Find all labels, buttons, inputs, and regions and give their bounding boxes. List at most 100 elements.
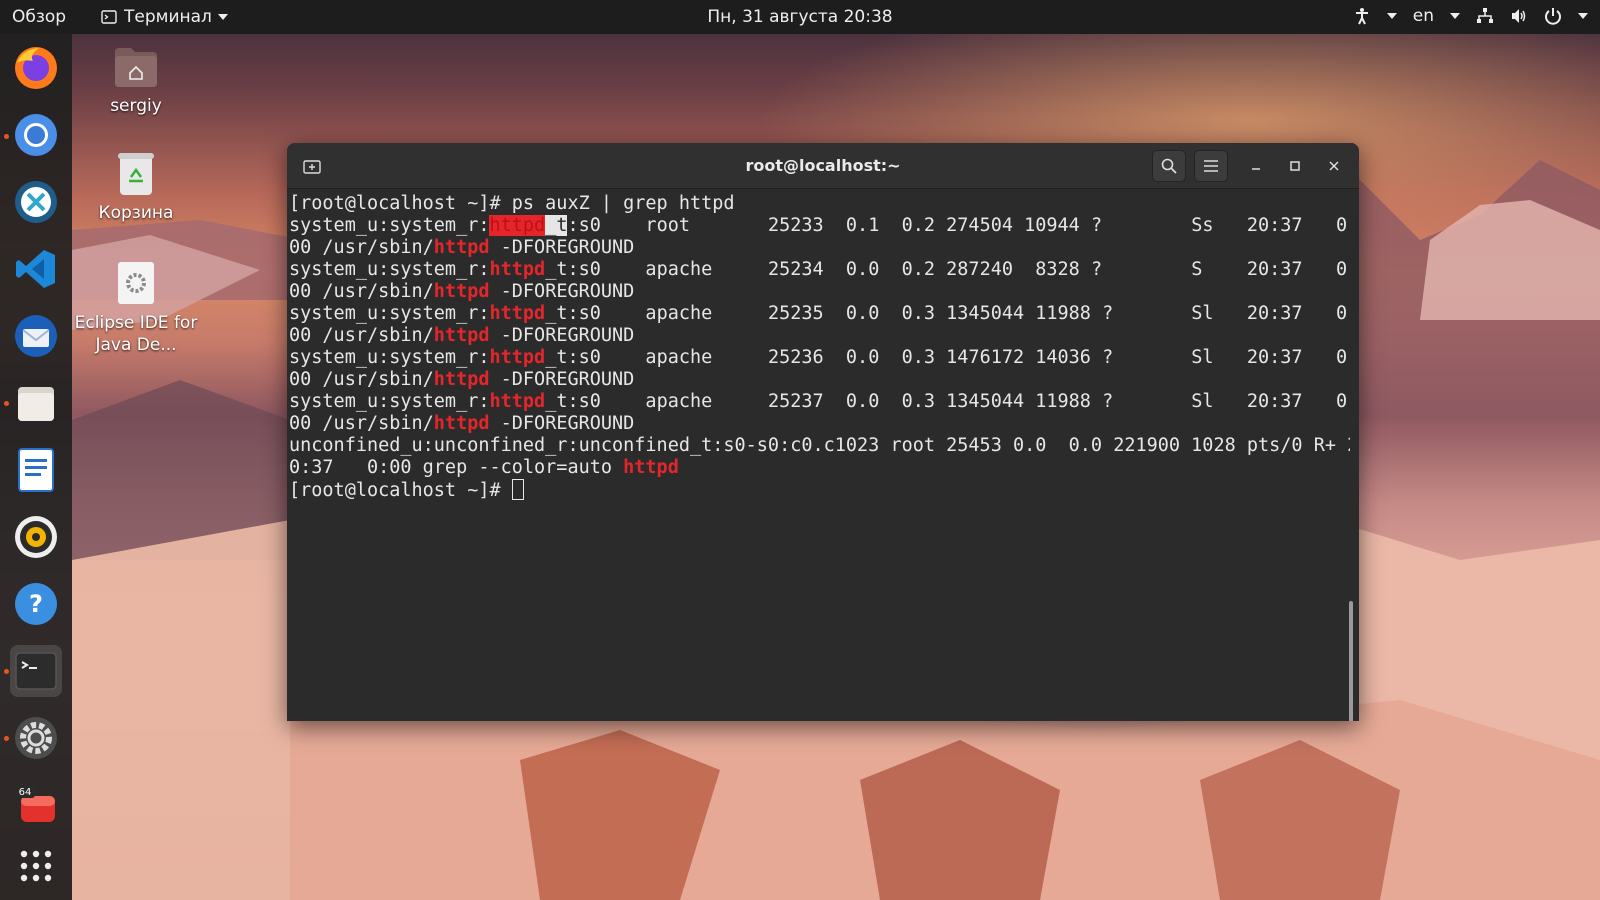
desktop-icon-label: Eclipse IDE for Java De... <box>74 313 198 355</box>
terminal-text: 00 /usr/sbin/ <box>289 281 434 302</box>
desktop-icon-label: sergiy <box>110 96 162 116</box>
terminal-line: system_u:system_r:httpd_t:s0 apache 2523… <box>289 347 1350 369</box>
match-highlight: httpd <box>433 413 490 434</box>
match-highlight: httpd <box>489 259 546 280</box>
terminal-text: [root@localhost ~]# ps auxZ | grep httpd <box>289 193 735 214</box>
search-button[interactable] <box>1152 150 1186 182</box>
dock-thunderbird[interactable] <box>10 310 62 362</box>
power-icon[interactable] <box>1544 7 1562 25</box>
terminal-line: 00 /usr/sbin/httpd -DFOREGROUND <box>289 237 1348 259</box>
match-highlight: httpd <box>489 391 546 412</box>
terminal-text: system_u:system_r: <box>289 303 490 324</box>
dock-chromium[interactable] <box>10 109 62 161</box>
vscode-icon <box>16 250 55 288</box>
chromium-icon <box>15 114 57 156</box>
terminal-line: [root@localhost ~]# ps auxZ | grep httpd <box>289 193 1348 215</box>
language-indicator[interactable]: en <box>1413 6 1434 26</box>
match-highlight: httpd <box>433 325 490 346</box>
terminal-window[interactable]: root@localhost:~ [root@localhost ~]# ps … <box>287 143 1359 721</box>
terminal-text: 0:37 0:00 grep --color=auto <box>289 457 624 478</box>
terminal-text: unconfined_u:unconfined_r:unconfined_t:s… <box>289 435 1350 456</box>
maximize-icon <box>1290 161 1300 171</box>
system-menu-chevron-icon[interactable] <box>1578 13 1588 19</box>
desktop-icon-trash[interactable]: Корзина <box>71 151 201 223</box>
chevron-down-icon <box>217 14 228 20</box>
eclipse-launcher-icon <box>113 260 159 306</box>
terminal-icon <box>15 652 57 690</box>
match-highlight: httpd <box>433 281 490 302</box>
terminal-line: system_u:system_r:httpd_t:s0 apache 2523… <box>289 259 1350 281</box>
menu-button[interactable] <box>1194 150 1228 182</box>
terminal-text: system_u:system_r: <box>289 391 490 412</box>
terminal-headerbar[interactable]: root@localhost:~ <box>287 143 1359 189</box>
terminal-output[interactable]: [root@localhost ~]# ps auxZ | grep httpd… <box>287 189 1350 721</box>
terminal-text: [root@localhost ~]# <box>289 480 512 501</box>
terminal-text: 00 /usr/sbin/ <box>289 325 434 346</box>
new-tab-icon <box>303 160 321 174</box>
match-highlight: httpd <box>433 369 490 390</box>
terminal-text: 00 /usr/sbin/ <box>289 413 434 434</box>
app-menu[interactable]: Терминал <box>100 7 228 27</box>
terminal-text: -DFOREGROUND <box>489 369 635 390</box>
desktop-icon-eclipse[interactable]: Eclipse IDE for Java De... <box>71 260 201 356</box>
match-highlight: httpd <box>489 347 546 368</box>
dock-files[interactable] <box>10 377 62 429</box>
activities-button[interactable]: Обзор <box>12 7 66 27</box>
dock-software[interactable]: 64 <box>10 779 62 831</box>
accessibility-icon[interactable] <box>1353 7 1371 25</box>
terminal-text: _t:s0 apache 25234 0.0 0.2 287240 8328 ?… <box>545 259 1350 280</box>
minimize-button[interactable] <box>1244 154 1268 178</box>
writer-icon <box>18 448 54 492</box>
dock-vscode[interactable] <box>10 243 62 295</box>
terminal-text: system_u:system_r: <box>289 259 490 280</box>
top-bar: Обзор Терминал Пн, 31 августа 20:38 en <box>0 0 1600 34</box>
terminal-text: _t <box>545 215 568 236</box>
terminal-text: -DFOREGROUND <box>489 237 635 258</box>
network-icon[interactable] <box>1476 7 1494 25</box>
terminal-line: unconfined_u:unconfined_r:unconfined_t:s… <box>289 435 1350 457</box>
dock-firefox[interactable] <box>10 42 62 94</box>
text-cursor <box>511 479 524 500</box>
desktop-icon-home[interactable]: sergiy <box>71 44 201 116</box>
app-menu-label: Терминал <box>124 7 212 27</box>
terminal-text: 00 /usr/sbin/ <box>289 237 434 258</box>
rhythmbox-icon <box>15 516 57 558</box>
accessibility-menu-chevron-icon[interactable] <box>1386 13 1397 19</box>
maximize-button[interactable] <box>1283 154 1307 178</box>
terminal-line: system_u:system_r:httpd_t:s0 apache 2523… <box>289 391 1350 413</box>
trash-icon <box>113 151 159 197</box>
firefox-icon <box>15 47 57 89</box>
match-highlight: httpd <box>489 215 546 236</box>
dock-show-apps[interactable] <box>10 840 62 892</box>
terminal-text: _t:s0 apache 25236 0.0 0.3 1476172 14036… <box>545 347 1350 368</box>
terminal-line: system_u:system_r:httpd_t:s0 apache 2523… <box>289 303 1350 325</box>
settings-icon <box>15 717 57 759</box>
thunderbird-icon <box>15 315 57 357</box>
dock-help[interactable]: ? <box>10 578 62 630</box>
remmina-icon <box>15 181 57 223</box>
language-chevron-icon[interactable] <box>1450 13 1460 19</box>
svg-text:?: ? <box>29 590 43 618</box>
clock[interactable]: Пн, 31 августа 20:38 <box>707 7 892 27</box>
close-button[interactable] <box>1322 154 1346 178</box>
help-icon: ? <box>15 583 57 625</box>
terminal-text: -DFOREGROUND <box>489 325 635 346</box>
dock-writer[interactable] <box>10 444 62 496</box>
match-highlight: httpd <box>433 237 490 258</box>
terminal-line: system_u:system_r:httpd_t:s0 root 25233 … <box>289 215 1350 237</box>
terminal-text: -DFOREGROUND <box>489 281 635 302</box>
new-tab-button[interactable] <box>295 150 329 182</box>
dock-settings[interactable] <box>10 712 62 764</box>
software-icon: 64 <box>15 784 55 822</box>
dock-terminal[interactable] <box>10 645 62 697</box>
terminal-text: system_u:system_r: <box>289 215 490 236</box>
terminal-scrollbar[interactable] <box>1349 601 1353 721</box>
terminal-text: system_u:system_r: <box>289 347 490 368</box>
terminal-text: :s0 root 25233 0.1 0.2 274504 10944 ? Ss… <box>567 215 1350 236</box>
dock-remmina[interactable] <box>10 176 62 228</box>
close-icon <box>1329 161 1339 171</box>
match-highlight: httpd <box>489 303 546 324</box>
terminal-line: 00 /usr/sbin/httpd -DFOREGROUND <box>289 413 1348 435</box>
dock-rhythmbox[interactable] <box>10 511 62 563</box>
volume-icon[interactable] <box>1510 7 1528 25</box>
